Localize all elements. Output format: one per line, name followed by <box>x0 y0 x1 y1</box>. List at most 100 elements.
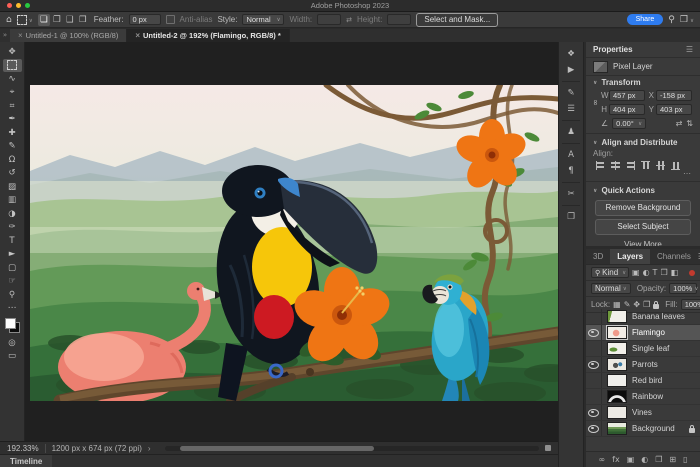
eyedropper-tool[interactable]: ✒ <box>3 113 22 126</box>
lock-transparent-pixels-icon[interactable]: ▦ <box>613 300 621 309</box>
layer-row-red-bird[interactable]: Red bird <box>586 373 700 389</box>
layer-thumbnail[interactable] <box>607 422 627 435</box>
layer-thumbnail[interactable] <box>607 374 627 387</box>
layer-row-rainbow[interactable]: Rainbow <box>586 389 700 405</box>
height-input[interactable] <box>387 14 411 25</box>
swap-dimensions-icon[interactable]: ⇄ <box>346 12 352 28</box>
tab-3d[interactable]: 3D <box>586 249 610 264</box>
transform-y-input[interactable]: 403 px <box>656 104 692 115</box>
zoom-tool[interactable]: ⚲ <box>3 288 22 301</box>
scrollbar-thumb[interactable] <box>180 446 375 451</box>
home-icon[interactable]: ⌂ <box>6 12 12 28</box>
actions-panel-icon[interactable]: ▶ <box>563 64 579 77</box>
close-tab-icon[interactable]: × <box>135 31 140 40</box>
adjustments-panel-icon[interactable]: ☰ <box>563 103 579 116</box>
view-more-link[interactable]: View More <box>586 240 700 249</box>
tab-channels[interactable]: Channels <box>650 249 698 264</box>
brush-settings-panel-icon[interactable]: ✎ <box>563 87 579 100</box>
align-section-header[interactable]: ∨ Align and Distribute <box>586 136 700 149</box>
zoom-window-icon[interactable] <box>25 3 30 8</box>
align-right-icon[interactable] <box>625 161 636 170</box>
filter-smart-objects-icon[interactable]: ◧ <box>671 268 679 277</box>
document-tab[interactable]: ×Untitled-2 @ 192% (Flamingo, RGB/8) * <box>127 29 289 42</box>
type-tool[interactable]: T <box>3 234 22 247</box>
lock-artboard-icon[interactable]: ❒ <box>643 300 650 309</box>
notes-panel-icon[interactable]: ❐ <box>563 211 579 224</box>
width-input[interactable] <box>317 14 341 25</box>
flip-vertical-icon[interactable]: ⇅ <box>686 119 693 128</box>
add-layer-mask-icon[interactable]: ▣ <box>627 455 635 464</box>
align-left-icon[interactable] <box>595 161 606 170</box>
lock-all-icon[interactable] <box>653 304 659 309</box>
hand-tool[interactable]: ☞ <box>3 275 22 288</box>
select-subject-button[interactable]: Select Subject <box>595 219 691 235</box>
feather-input[interactable]: 0 px <box>129 14 161 25</box>
visibility-toggle[interactable] <box>586 421 602 436</box>
link-layers-icon[interactable]: ∞ <box>598 455 605 464</box>
panel-menu-icon[interactable]: ☰ <box>686 45 693 54</box>
color-panel-icon[interactable]: ❖ <box>563 48 579 61</box>
new-group-icon[interactable]: ❒ <box>655 455 662 464</box>
antialias-checkbox[interactable] <box>166 15 175 24</box>
remove-background-button[interactable]: Remove Background <box>595 200 691 216</box>
gradient-tool[interactable]: ▥ <box>3 194 22 207</box>
filter-shape-layers-icon[interactable]: ❒ <box>660 268 667 277</box>
tab-collapse-icon[interactable]: » <box>0 29 10 42</box>
visibility-toggle[interactable] <box>586 357 602 372</box>
path-selection-tool[interactable]: ► <box>3 248 22 261</box>
layer-row-flamingo[interactable]: Flamingo <box>586 325 700 341</box>
new-selection-icon[interactable]: ❏ <box>38 14 50 26</box>
add-to-selection-icon[interactable]: ❐ <box>51 14 63 26</box>
tool-preset-icon[interactable]: ∨ <box>17 15 33 25</box>
delete-layer-icon[interactable]: ▯ <box>683 455 687 464</box>
align-center-horizontal-icon[interactable] <box>610 161 621 170</box>
visibility-toggle[interactable] <box>586 389 602 404</box>
lasso-tool[interactable]: ∿ <box>3 72 22 85</box>
intersect-selection-icon[interactable]: ❒ <box>77 14 89 26</box>
quick-mask-icon[interactable]: ◎ <box>3 336 22 349</box>
workspace-switcher[interactable]: ❒∨ <box>680 12 694 28</box>
visibility-toggle[interactable] <box>586 341 602 356</box>
pen-tool[interactable]: ✑ <box>3 221 22 234</box>
rectangular-marquee-tool[interactable] <box>3 59 22 72</box>
layer-row-banana-leaves[interactable]: Banana leaves <box>586 309 700 325</box>
opacity-input[interactable]: 100%∨ <box>669 283 697 294</box>
visibility-toggle[interactable] <box>586 325 602 340</box>
layer-style-icon[interactable]: fx <box>612 455 620 464</box>
history-brush-tool[interactable]: ↺ <box>3 167 22 180</box>
layer-row-single-leaf[interactable]: Single leaf <box>586 341 700 357</box>
align-bottom-icon[interactable] <box>671 160 680 171</box>
select-and-mask-button[interactable]: Select and Mask... <box>416 13 498 27</box>
traffic-lights[interactable] <box>7 3 30 8</box>
layer-thumbnail[interactable] <box>607 310 627 323</box>
subtract-from-selection-icon[interactable]: ❑ <box>64 14 76 26</box>
filter-adjustment-layers-icon[interactable]: ◐ <box>643 268 650 277</box>
document-tab[interactable]: ×Untitled-1 @ 100% (RGB/8) <box>10 29 127 42</box>
filter-kind-select[interactable]: ⚲Kind∨ <box>591 267 629 278</box>
blend-mode-select[interactable]: Normal∨ <box>591 283 631 294</box>
object-selection-tool[interactable]: ⌖ <box>3 86 22 99</box>
edit-toolbar-icon[interactable]: ⋯ <box>3 302 22 315</box>
link-dimensions-icon[interactable]: ∞ <box>591 97 600 108</box>
transform-h-input[interactable]: 404 px <box>609 104 645 115</box>
eraser-tool[interactable]: ▨ <box>3 180 22 193</box>
clone-stamp-tool[interactable]: Ω <box>3 153 22 166</box>
align-center-vertical-icon[interactable] <box>656 160 665 171</box>
horizontal-scrollbar[interactable] <box>165 446 539 451</box>
foreground-background-colors[interactable] <box>5 318 20 333</box>
glyphs-panel-icon[interactable]: ✂ <box>563 188 579 201</box>
layer-thumbnail[interactable] <box>607 326 627 339</box>
layer-row-vines[interactable]: Vines <box>586 405 700 421</box>
layer-row-parrots[interactable]: Parrots <box>586 357 700 373</box>
character-panel-icon[interactable]: A <box>563 149 579 162</box>
filter-type-layers-icon[interactable]: T <box>653 268 658 277</box>
layer-thumbnail[interactable] <box>607 342 627 355</box>
filter-toggle-icon[interactable] <box>689 270 695 276</box>
flip-horizontal-icon[interactable]: ⇄ <box>676 119 683 128</box>
style-select[interactable]: Normal∨ <box>242 14 284 25</box>
adjustment-layer-icon[interactable]: ◐ <box>641 455 648 464</box>
close-tab-icon[interactable]: × <box>18 31 23 40</box>
rotation-input[interactable]: 0.00°∨ <box>612 118 646 129</box>
properties-header[interactable]: Properties ☰ <box>586 42 700 58</box>
layer-row-background[interactable]: Background <box>586 421 700 437</box>
